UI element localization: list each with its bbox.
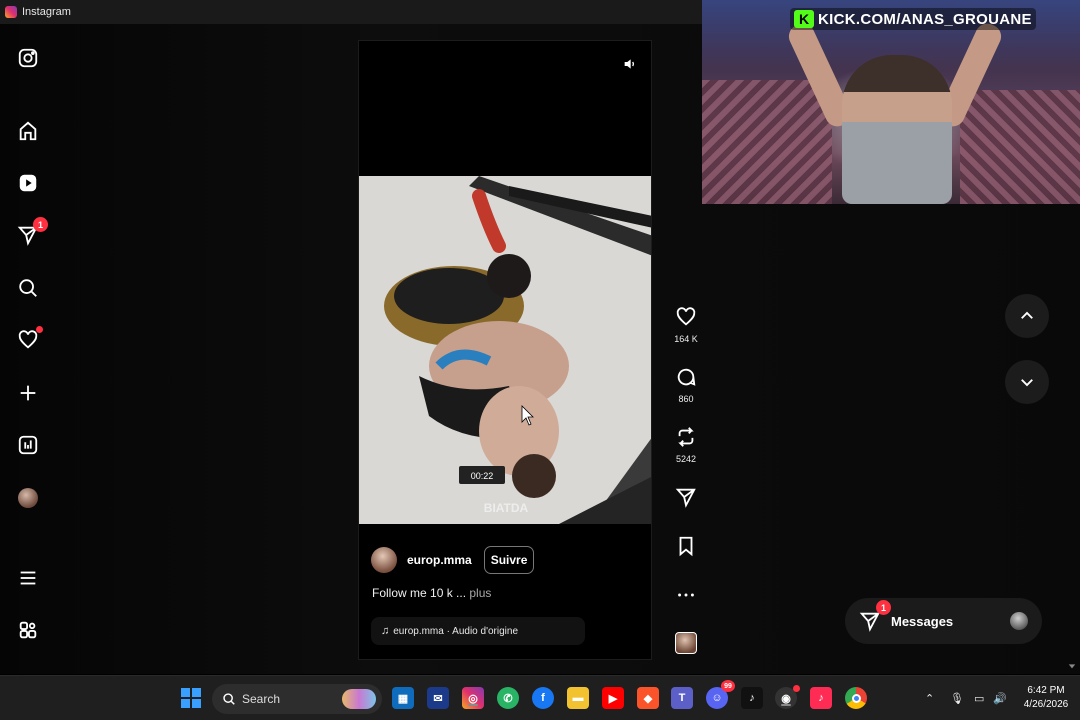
search-icon bbox=[223, 693, 235, 705]
heart-icon[interactable] bbox=[675, 306, 697, 328]
chevron-down-icon bbox=[1021, 379, 1033, 387]
caption-more-link[interactable]: plus bbox=[469, 586, 491, 600]
brave-browser-icon[interactable]: ◆ bbox=[637, 687, 659, 709]
facebook-icon[interactable]: f bbox=[532, 687, 554, 709]
avatar bbox=[18, 488, 38, 508]
windows-logo-icon bbox=[181, 688, 201, 708]
scroll-down-icon[interactable] bbox=[1068, 662, 1076, 670]
apps-icon[interactable] bbox=[16, 618, 40, 642]
create-plus-icon[interactable] bbox=[16, 381, 40, 405]
discord-badge: 99 bbox=[721, 680, 735, 692]
audio-label: europ.mma · Audio d'origine bbox=[393, 625, 519, 637]
repost-action[interactable]: 5242 bbox=[670, 426, 702, 464]
chrome-icon[interactable] bbox=[845, 687, 867, 709]
app-alert-dot bbox=[793, 685, 800, 692]
search-label: Search bbox=[242, 692, 281, 706]
reel-info: europ.mma Suivre Follow me 10 k ... plus… bbox=[359, 524, 651, 659]
messages-label: Messages bbox=[891, 613, 954, 629]
caption-text: Follow me 10 k ... bbox=[372, 586, 467, 600]
instagram-app-icon bbox=[5, 6, 17, 18]
share-action[interactable] bbox=[670, 486, 702, 513]
store-icon[interactable]: ▦ bbox=[392, 687, 414, 709]
music-note-icon: ♫ bbox=[381, 625, 390, 637]
kick-logo-icon: K bbox=[794, 10, 814, 28]
discord-icon[interactable]: ☺ 99 bbox=[706, 680, 735, 709]
windows-taskbar: Search ▦ ✉ ◎ ✆ f ▬ ▶ ◆ T ☺ 99 ♪ ◉ ♪ ⌃ 🎙 … bbox=[0, 675, 1080, 720]
repost-count: 5242 bbox=[675, 454, 697, 464]
instagram-taskbar-icon[interactable]: ◎ bbox=[462, 687, 484, 709]
tiktok-icon[interactable]: ♪ bbox=[741, 687, 763, 709]
instagram-logo-icon[interactable] bbox=[16, 46, 40, 70]
repost-icon[interactable] bbox=[675, 426, 697, 448]
next-reel-button[interactable] bbox=[1005, 360, 1049, 404]
stream-url: KICK.COM/ANAS_GROUANE bbox=[818, 10, 1032, 28]
comment-action[interactable]: 860 bbox=[670, 366, 702, 404]
couch-right bbox=[960, 90, 1080, 204]
kick-banner: K KICK.COM/ANAS_GROUANE bbox=[790, 8, 1036, 30]
microphone-icon[interactable]: 🎙 bbox=[950, 676, 964, 720]
like-action[interactable]: 164 K bbox=[670, 306, 702, 344]
audio-pill[interactable]: ♫ europ.mma · Audio d'origine bbox=[371, 617, 585, 645]
video-timer: 00:22 bbox=[471, 471, 494, 481]
taskbar-search[interactable]: Search bbox=[212, 684, 382, 714]
more-options-action[interactable] bbox=[670, 584, 702, 611]
reels-icon[interactable] bbox=[16, 171, 40, 195]
dashboard-icon[interactable] bbox=[16, 433, 40, 457]
activity-dot bbox=[36, 326, 43, 333]
teams-icon[interactable]: T bbox=[671, 687, 693, 709]
notifications-badge: 1 bbox=[33, 217, 48, 232]
messages-avatar bbox=[1010, 612, 1028, 630]
previous-reel-button[interactable] bbox=[1005, 294, 1049, 338]
bookmark-icon[interactable] bbox=[675, 535, 697, 557]
share-icon[interactable] bbox=[675, 486, 697, 508]
follow-button[interactable]: Suivre bbox=[483, 546, 535, 574]
clock-date: 4/26/2026 bbox=[1023, 699, 1069, 710]
heart-icon[interactable] bbox=[16, 326, 43, 352]
comment-icon[interactable] bbox=[675, 366, 697, 388]
search-icon[interactable] bbox=[16, 276, 40, 300]
messages-icon: 1 bbox=[859, 600, 891, 632]
system-clock[interactable]: 6:42 PM 4/26/2026 bbox=[1016, 684, 1076, 712]
youtube-icon[interactable]: ▶ bbox=[602, 687, 624, 709]
profile-avatar[interactable] bbox=[16, 486, 40, 510]
couch-left bbox=[702, 80, 832, 204]
clock-time: 6:42 PM bbox=[1027, 685, 1065, 696]
window-title: Instagram bbox=[22, 6, 71, 18]
reel-caption: Follow me 10 k ... plus bbox=[372, 586, 491, 600]
app-icon[interactable]: ◉ bbox=[775, 685, 800, 709]
audio-avatar bbox=[675, 632, 697, 654]
volume-tray-icon[interactable]: 🔊 bbox=[993, 676, 1007, 720]
mail-icon[interactable]: ✉ bbox=[427, 687, 449, 709]
comment-count: 860 bbox=[678, 394, 694, 404]
start-button[interactable] bbox=[180, 687, 202, 709]
reel-author-row: europ.mma Suivre bbox=[371, 546, 535, 574]
save-action[interactable] bbox=[670, 535, 702, 562]
like-count: 164 K bbox=[674, 334, 698, 344]
volume-icon[interactable] bbox=[619, 53, 641, 75]
streamer bbox=[842, 55, 952, 204]
author-avatar[interactable] bbox=[371, 547, 397, 573]
menu-icon[interactable] bbox=[16, 566, 40, 590]
author-username[interactable]: europ.mma bbox=[407, 553, 472, 567]
left-sidebar: 1 bbox=[0, 24, 56, 674]
search-highlight-icon bbox=[342, 689, 376, 709]
chevron-up-icon bbox=[1021, 311, 1033, 319]
direct-messages-icon[interactable]: 1 bbox=[16, 217, 48, 247]
network-icon[interactable]: ▭ bbox=[974, 676, 984, 720]
reel-player[interactable]: 00:22 BIATDA europ.mma Suivre Follow me … bbox=[358, 40, 652, 660]
chat-app-icon[interactable]: ✆ bbox=[497, 687, 519, 709]
messages-badge: 1 bbox=[876, 600, 891, 615]
reel-video[interactable]: 00:22 BIATDA bbox=[359, 176, 651, 524]
video-watermark: BIATDA bbox=[484, 501, 529, 515]
file-explorer-icon[interactable]: ▬ bbox=[567, 687, 589, 709]
messages-button[interactable]: 1 Messages bbox=[845, 598, 1042, 644]
audio-thumbnail[interactable] bbox=[670, 632, 702, 654]
tray-overflow-icon[interactable]: ⌃ bbox=[925, 676, 934, 720]
window-titlebar: Instagram bbox=[0, 0, 702, 24]
webcam-overlay: K KICK.COM/ANAS_GROUANE bbox=[702, 0, 1080, 204]
home-icon[interactable] bbox=[16, 119, 40, 143]
tiktok-live-icon[interactable]: ♪ bbox=[810, 687, 832, 709]
more-dots-icon[interactable] bbox=[675, 584, 697, 606]
